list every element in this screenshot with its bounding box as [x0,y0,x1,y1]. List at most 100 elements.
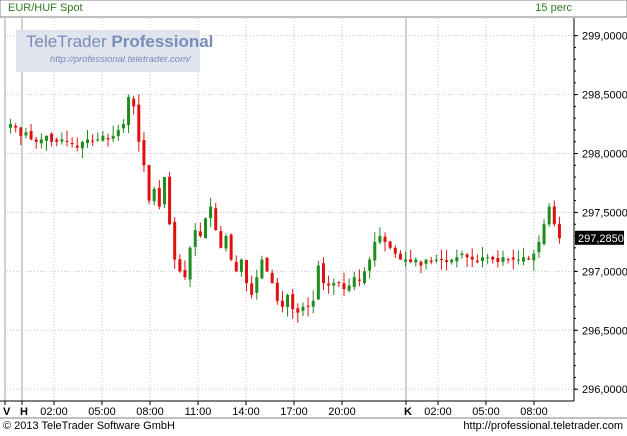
candle-body [337,282,341,284]
candle-body [229,234,233,260]
candle-body [419,261,423,266]
candle-body [465,254,469,258]
candle-body [475,260,479,262]
candle-body [445,260,449,262]
candle-body [306,305,310,307]
x-tick-label: 17:00 [280,406,308,418]
candle-body [547,206,551,225]
x-tick-label: 08:00 [520,406,548,418]
watermark-brand: TeleTrader [26,32,107,51]
candle-body [239,259,243,272]
candle-body [414,259,418,263]
candle-body [342,283,346,290]
x-tick-label: 08:00 [136,406,164,418]
candle-body [60,139,64,142]
candle-body [219,231,223,248]
candle-body [19,127,23,136]
x-tick-label: 14:00 [232,406,260,418]
candle-body [542,224,546,245]
candle-body [286,294,290,308]
x-tick-label: 11:00 [185,406,212,418]
candle-body [152,188,156,202]
candle-body [250,283,254,295]
y-tick-label: 297,5000 [582,207,627,219]
teletrader-watermark: TeleTrader Professional http://professio… [16,30,213,72]
candle-body [439,258,443,260]
x-tick-label: 20:00 [328,406,356,418]
candle-body [429,260,433,262]
candle-body [522,257,526,262]
interval-label[interactable]: 15 perc [535,2,572,14]
candle-body [516,259,520,261]
candle-body [183,269,187,278]
candle-body [363,271,367,283]
candle-body [80,141,84,149]
candle-body [275,282,279,301]
candle-body [316,265,320,300]
candle-body [393,247,397,254]
candle-body [470,256,474,260]
candle-body [96,139,100,141]
candle-body [496,258,500,262]
candle-body [116,129,120,137]
chart-gridlines [4,18,574,401]
candle-body [424,259,428,264]
candle-body [234,261,238,272]
candle-body [157,188,161,207]
candle-body [455,257,459,262]
candle-body [70,142,74,145]
candle-body [209,206,213,219]
candle-body [506,259,510,261]
watermark-url: http://professional.teletrader.com/ [50,54,191,65]
candle-body [357,279,361,281]
candle-body [50,133,54,142]
candle-body [188,247,192,280]
candle-body [260,259,264,279]
candle-body [86,139,90,143]
candle-body [434,259,438,261]
y-axis: 299,0000 298,5000 298,0000 297,5000 297,0000… [574,31,627,396]
candle-body [214,208,218,231]
last-price-marker: 297,2850 [575,230,624,245]
candle-body [311,300,315,307]
footer-copyright: © 2013 TeleTrader Software GmbH [3,420,175,432]
candle-body [193,230,197,247]
candle-body [101,135,105,141]
y-tick-label: 297,0000 [582,266,627,278]
candle-body [368,259,372,271]
candle-body [245,259,249,284]
candle-body [301,306,305,311]
candle-body [373,241,377,261]
candle-body [106,137,110,140]
candle-body [383,236,387,242]
chart-candles [9,94,561,323]
candle-body [327,283,331,286]
candle-body [557,223,561,239]
x-tick-label: 05:00 [472,406,500,418]
watermark-title: TeleTrader Professional [26,32,213,52]
x-tick-label: 02:00 [424,406,452,418]
candle-body [127,96,131,126]
candle-body [450,259,454,263]
candle-body [352,277,356,287]
candle-body [321,263,325,284]
watermark-product: Professional [111,32,214,51]
candle-body [24,132,28,136]
y-tick-label: 298,0000 [582,149,627,161]
candle-body [511,257,515,260]
candle-body [398,253,402,260]
candle-body [44,135,48,141]
candle-body [404,259,408,262]
y-tick-label: 299,0000 [582,31,627,43]
y-tick-label: 298,5000 [582,90,627,102]
candle-body [14,125,18,128]
candle-body [178,259,182,272]
candle-body [75,145,79,148]
candle-body [142,140,146,166]
x-tick-label: 02:00 [40,406,68,418]
candle-body [388,241,392,248]
candle-body [491,256,495,260]
footer-url[interactable]: http://professional.teletrader.com [463,420,623,432]
candle-body [168,176,172,225]
y-tick-label: 296,5000 [582,325,627,337]
